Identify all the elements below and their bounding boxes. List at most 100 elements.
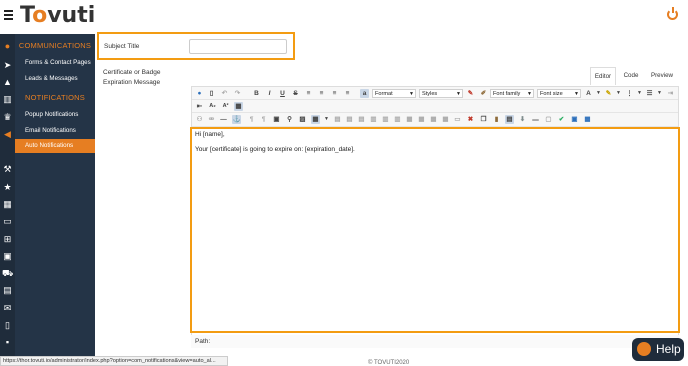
new-document-icon[interactable]: ▯ — [207, 89, 216, 98]
indent-icon[interactable]: ⇥ — [666, 89, 675, 98]
power-icon[interactable] — [667, 7, 678, 20]
hamburger-menu-icon[interactable] — [4, 10, 13, 20]
eraser-icon[interactable]: ✎ — [466, 89, 475, 98]
table-props-icon[interactable]: ▦ — [429, 115, 438, 124]
sidebar-item-leads-messages[interactable]: Leads & Messages — [15, 72, 95, 86]
person-icon[interactable]: ▪ — [2, 338, 13, 347]
subject-title-input[interactable] — [189, 39, 287, 54]
special-char-icon[interactable]: ▦ — [234, 102, 243, 111]
paste-icon[interactable]: ▮ — [492, 115, 501, 124]
link-icon[interactable]: ⚇ — [195, 115, 204, 124]
table-dropdown-icon[interactable]: ▼ — [322, 115, 331, 124]
redo-icon[interactable]: ↷ — [233, 89, 242, 98]
text-color-icon[interactable]: A — [584, 89, 593, 98]
tab-preview[interactable]: Preview — [648, 67, 676, 85]
align-justify-icon[interactable]: ≡ — [343, 89, 352, 98]
subscript-icon[interactable]: A₂ — [208, 102, 217, 111]
bold-icon[interactable]: B — [252, 89, 261, 98]
comments-icon[interactable]: ✉ — [2, 304, 13, 313]
card-icon[interactable]: ▭ — [2, 217, 13, 226]
visual-blocks-icon[interactable]: ▢ — [544, 115, 553, 124]
sidebar-item-popup-notifications[interactable]: Popup Notifications — [15, 108, 95, 122]
icon-rail: ● ➤ ▲ ▥ ♛ ◀ ⚒ ★ ▦ ▭ ⊞ ▣ ⛟ ▤ ✉ ▯ ▪ — [0, 34, 15, 366]
table-col-after-icon[interactable]: ▥ — [381, 115, 390, 124]
anchor-icon[interactable]: ⚓ — [232, 115, 241, 124]
delete-table-icon[interactable]: ✖ — [466, 115, 475, 124]
rocket-icon[interactable]: ➤ — [2, 61, 13, 70]
paste-text-icon[interactable]: ▤ — [505, 115, 514, 124]
download-icon[interactable]: ⬇ — [518, 115, 527, 124]
underline-icon[interactable]: U — [278, 89, 287, 98]
org-icon[interactable]: ⊞ — [2, 235, 13, 244]
table-delete-col-icon[interactable]: ▥ — [393, 115, 402, 124]
search-replace-icon[interactable]: ⚲ — [285, 115, 294, 124]
table-cell-props-icon[interactable]: ▦ — [441, 115, 450, 124]
spellcheck-icon[interactable]: ✔ — [557, 115, 566, 124]
help-button[interactable]: Help — [632, 338, 684, 361]
trophy-icon[interactable]: ♛ — [2, 113, 13, 122]
certificate-expiration-label: Certificate or Badge Expiration Message — [103, 68, 183, 88]
fullscreen-icon[interactable]: ▦ — [583, 115, 592, 124]
subject-title-group: Subject Title — [97, 32, 295, 60]
page-break-icon[interactable]: ▬ — [531, 115, 540, 124]
undo-icon[interactable]: ↶ — [220, 89, 229, 98]
cert-label-line1: Certificate or Badge — [103, 69, 161, 76]
table-row-props-icon[interactable]: ▭ — [453, 115, 462, 124]
insert-media-icon[interactable]: ▣ — [272, 115, 281, 124]
save-icon[interactable]: ▣ — [570, 115, 579, 124]
unlink-icon[interactable]: ⚮ — [207, 115, 216, 124]
pilcrow-icon[interactable]: ¶ — [247, 115, 256, 124]
megaphone-icon[interactable]: ◀ — [2, 130, 13, 139]
text-color-dropdown-icon[interactable]: ▼ — [594, 89, 603, 98]
star-icon[interactable]: ★ — [2, 183, 13, 192]
table-row-before-icon[interactable]: ▤ — [333, 115, 342, 124]
tovuti-logo[interactable]: Tovuti — [20, 3, 95, 28]
numbered-list-dropdown-icon[interactable]: ▼ — [635, 89, 644, 98]
graduation-icon[interactable]: ▲ — [2, 78, 13, 87]
table-merge-icon[interactable]: ▦ — [417, 115, 426, 124]
sidebar: COMMUNICATIONS Forms & Contact Pages Lea… — [15, 34, 95, 356]
cart-icon[interactable]: ⛟ — [2, 269, 13, 278]
sidebar-item-email-notifications[interactable]: Email Notifications — [15, 124, 95, 138]
paint-format-icon[interactable]: ✐ — [479, 89, 488, 98]
document-icon[interactable]: ▯ — [2, 321, 13, 330]
image-icon[interactable]: ▨ — [298, 115, 307, 124]
styles-dropdown[interactable]: Styles ▼ — [419, 89, 463, 98]
tab-editor[interactable]: Editor — [590, 67, 616, 85]
strikethrough-icon[interactable]: S — [291, 89, 300, 98]
table-icon[interactable]: ▦ — [2, 200, 13, 209]
sidebar-item-forms-contact-pages[interactable]: Forms & Contact Pages — [15, 56, 95, 70]
editor-content-area[interactable]: Hi [name], Your [certificate] is going t… — [190, 127, 680, 333]
pilcrow-rtl-icon[interactable]: ¶ — [259, 115, 268, 124]
highlight-dropdown-icon[interactable]: ▼ — [614, 89, 623, 98]
align-center-icon[interactable]: ≡ — [317, 89, 326, 98]
help-circle-icon[interactable]: ● — [195, 89, 204, 98]
table-col-before-icon[interactable]: ▥ — [369, 115, 378, 124]
chat-icon[interactable]: ● — [2, 42, 13, 51]
bullet-list-dropdown-icon[interactable]: ▼ — [655, 89, 664, 98]
font-family-dropdown[interactable]: Font family ▼ — [490, 89, 534, 98]
table-delete-row-icon[interactable]: ▤ — [357, 115, 366, 124]
outdent-icon[interactable]: ⇤ — [195, 102, 204, 111]
horizontal-rule-icon[interactable]: — — [219, 115, 228, 124]
italic-icon[interactable]: I — [265, 89, 274, 98]
align-right-icon[interactable]: ≡ — [330, 89, 339, 98]
bullet-list-icon[interactable]: ☰ — [645, 89, 654, 98]
table-split-icon[interactable]: ▦ — [405, 115, 414, 124]
table-row-after-icon[interactable]: ▤ — [345, 115, 354, 124]
font-size-dropdown[interactable]: Font size ▼ — [537, 89, 581, 98]
calendar-icon[interactable]: ▤ — [2, 286, 13, 295]
id-icon[interactable]: ▣ — [2, 252, 13, 261]
gavel-icon[interactable]: ⚒ — [2, 165, 13, 174]
highlight-color-icon[interactable]: ✎ — [604, 89, 613, 98]
sidebar-item-auto-notifications[interactable]: Auto Notifications — [15, 139, 95, 153]
copy-icon[interactable]: ❐ — [479, 115, 488, 124]
tab-code[interactable]: Code — [620, 67, 642, 85]
styleselect-icon[interactable]: a — [360, 89, 369, 98]
table-insert-icon[interactable]: ▦ — [311, 115, 320, 124]
numbered-list-icon[interactable]: ⋮ — [625, 89, 634, 98]
superscript-icon[interactable]: A² — [221, 102, 230, 111]
align-left-icon[interactable]: ≡ — [304, 89, 313, 98]
chart-icon[interactable]: ▥ — [2, 95, 13, 104]
format-dropdown[interactable]: Format ▼ — [372, 89, 416, 98]
